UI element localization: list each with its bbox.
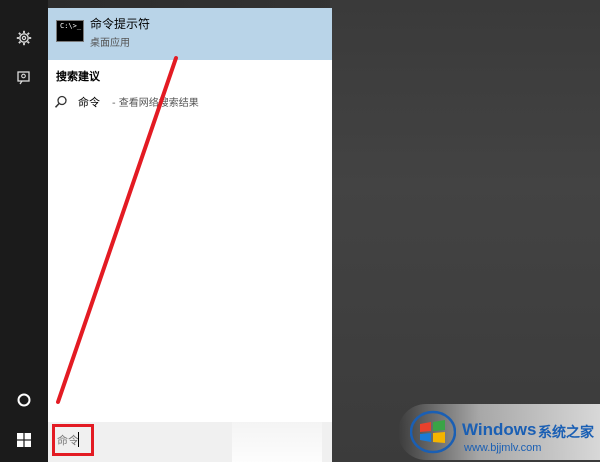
suggestion-term: 命令	[78, 96, 100, 109]
cortana-button[interactable]	[0, 380, 48, 420]
suggestion-description: - 查看网络搜索结果	[112, 98, 199, 109]
text-caret	[78, 432, 79, 447]
best-match-subtitle: 桌面应用	[90, 38, 130, 49]
search-results-panel: C:\>_ 命令提示符 桌面应用 搜索建议 命令 - 查看网络搜索结果	[48, 8, 332, 422]
desktop-window-area	[330, 0, 600, 462]
gear-icon	[16, 30, 32, 46]
windows-logo-icon	[17, 433, 31, 447]
search-icon	[54, 94, 68, 113]
taskbar-search-box	[48, 402, 332, 462]
windows-flag-logo-icon	[410, 410, 456, 454]
start-left-rail	[0, 0, 48, 462]
feedback-icon	[17, 71, 30, 85]
best-match-result[interactable]: C:\>_ 命令提示符 桌面应用	[48, 8, 332, 60]
taskbar-glare	[232, 402, 322, 462]
site-watermark: Windows 系统之家 www.bjjmlv.com	[398, 404, 600, 460]
feedback-button[interactable]	[0, 58, 48, 98]
search-input[interactable]	[52, 424, 94, 456]
settings-button[interactable]	[0, 18, 48, 58]
command-prompt-glyph: C:\>_	[60, 22, 82, 30]
best-match-title: 命令提示符	[90, 17, 151, 31]
watermark-brand-cn: 系统之家	[538, 425, 594, 441]
suggestions-heading: 搜索建议	[56, 70, 100, 83]
command-prompt-icon: C:\>_	[56, 20, 84, 42]
watermark-brand: Windows	[462, 420, 537, 439]
watermark-url: www.bjjmlv.com	[464, 442, 542, 454]
web-suggestion-item[interactable]: 命令 - 查看网络搜索结果	[48, 88, 332, 112]
cortana-circle-icon	[17, 393, 31, 407]
start-button[interactable]	[0, 420, 48, 460]
